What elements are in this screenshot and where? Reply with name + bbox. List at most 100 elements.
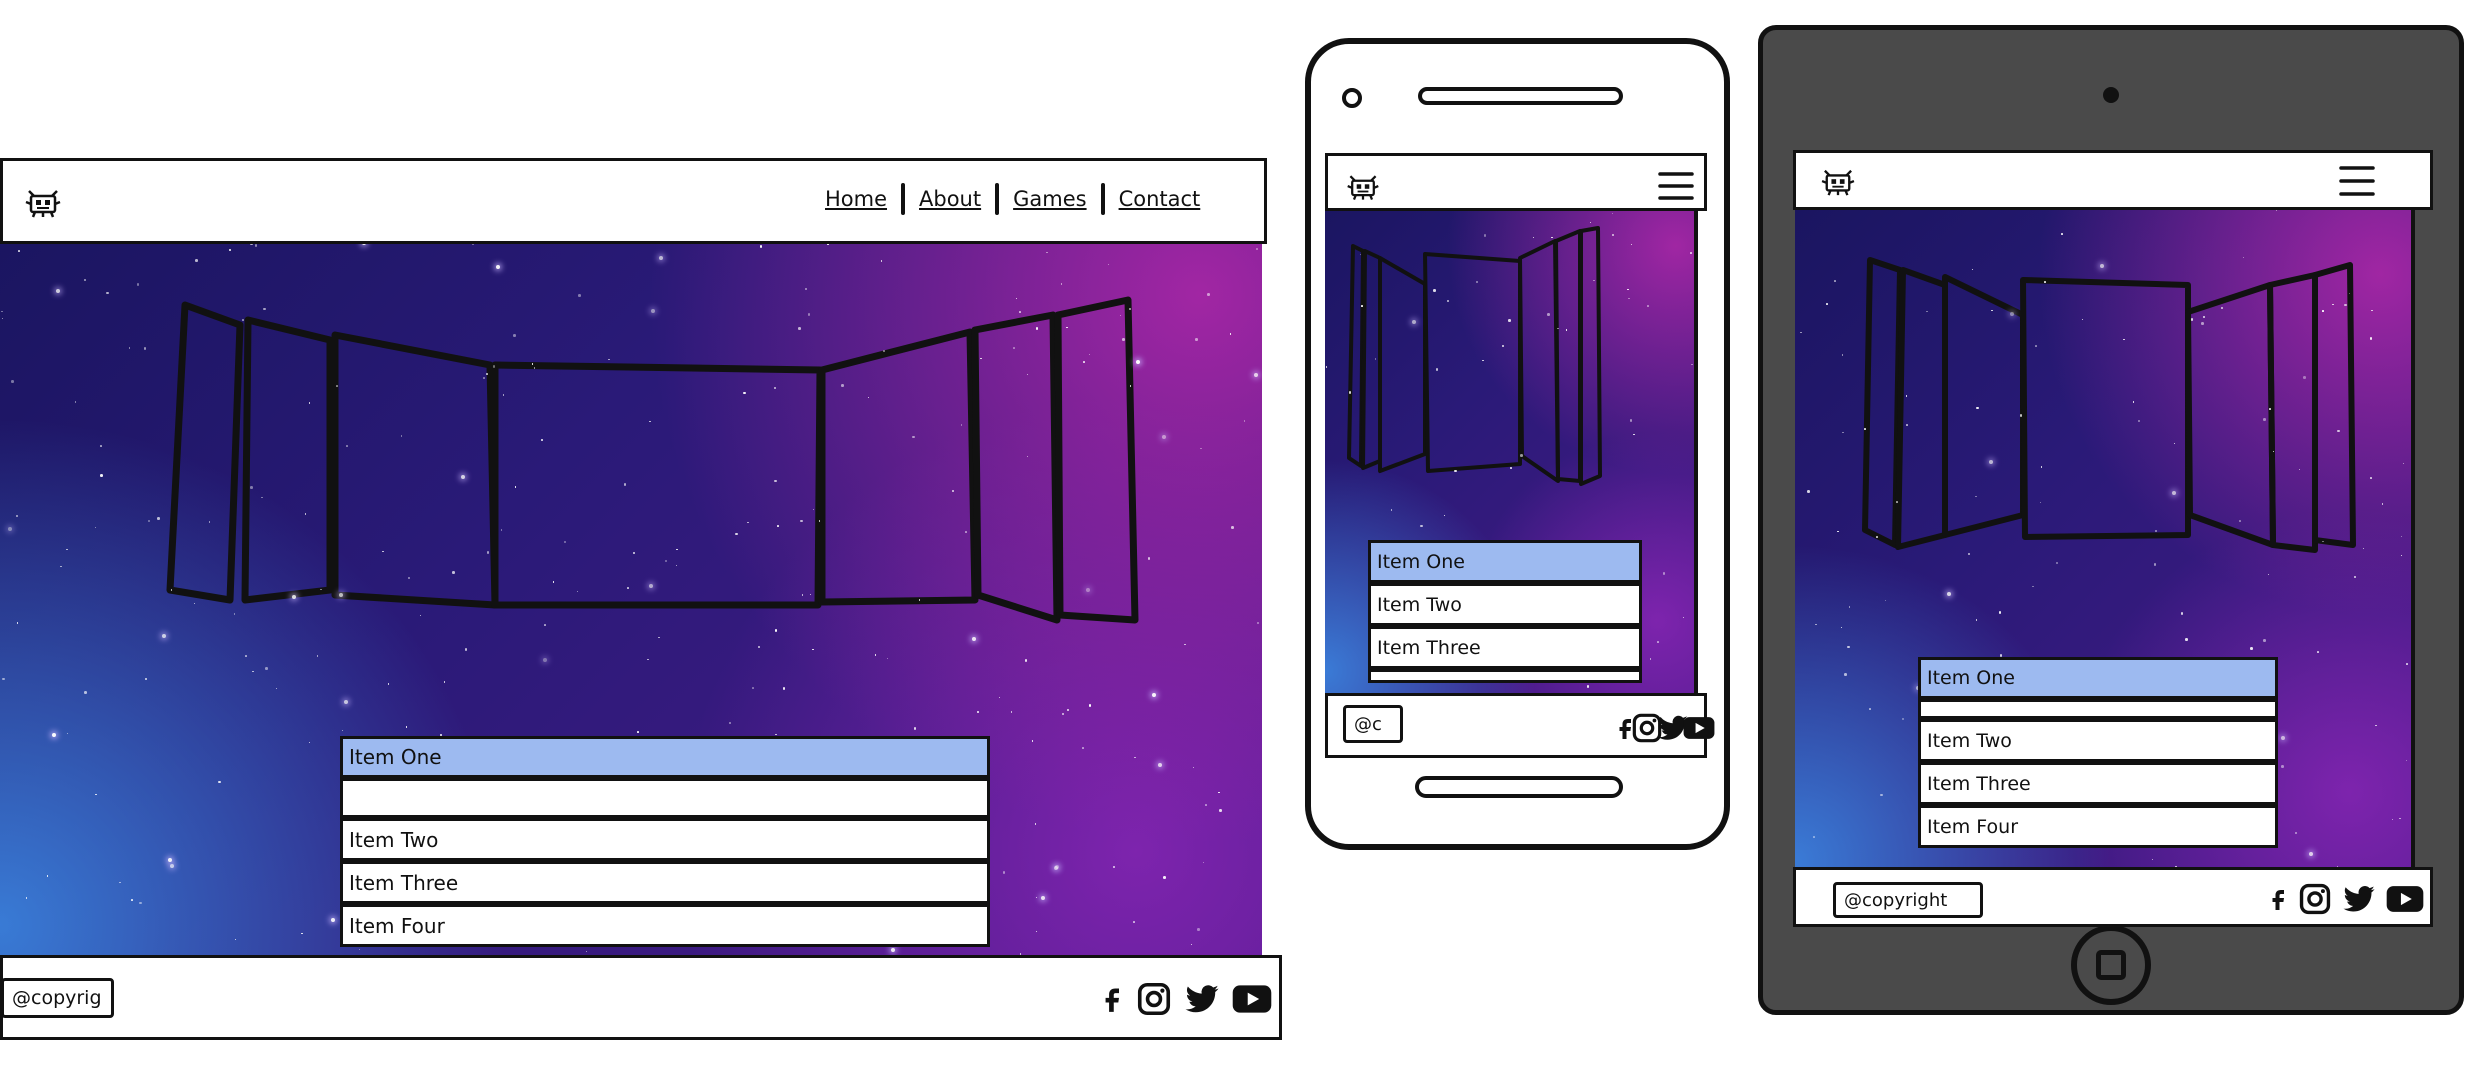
star-decoration (2061, 233, 2063, 235)
list-item[interactable] (340, 778, 990, 818)
star-decoration (1998, 611, 2002, 614)
logo-robot-icon[interactable] (23, 187, 63, 219)
list-item[interactable]: Item One (340, 736, 990, 778)
list-item[interactable] (1918, 699, 2278, 719)
star-decoration (106, 291, 109, 295)
nav-link-contact[interactable]: Contact (1119, 187, 1201, 211)
star-decoration (2402, 462, 2404, 464)
star-decoration (1253, 372, 1258, 377)
star-decoration (676, 548, 678, 551)
star-decoration (254, 244, 258, 247)
carousel-slide (1554, 229, 1582, 483)
star-decoration (743, 391, 746, 395)
star-decoration (1848, 606, 1851, 608)
tablet-home-button[interactable] (2071, 925, 2151, 1005)
star-decoration (1834, 280, 1836, 282)
star-decoration (1019, 311, 1021, 313)
star-decoration (1647, 305, 1649, 307)
star-decoration (242, 319, 244, 321)
list-item[interactable] (1368, 669, 1642, 683)
list-item[interactable]: Item Three (1368, 626, 1642, 669)
star-decoration (308, 402, 311, 404)
hamburger-menu-icon[interactable] (1658, 170, 1694, 202)
nav-link-about[interactable]: About (919, 187, 981, 211)
list-item[interactable]: Item Two (1918, 719, 2278, 762)
star-decoration (818, 520, 820, 522)
star-decoration (1219, 809, 1222, 812)
logo-robot-icon[interactable] (1819, 167, 1857, 197)
star-decoration (1662, 572, 1665, 575)
star-decoration (1813, 836, 1815, 838)
youtube-icon[interactable] (1232, 984, 1272, 1014)
star-decoration (1880, 793, 1883, 797)
list-item[interactable]: Item Three (340, 861, 990, 904)
list-item[interactable]: Item Four (1918, 805, 2278, 848)
list-item[interactable]: Item One (1918, 657, 2278, 699)
list-item[interactable]: Item Three (1918, 762, 2278, 805)
star-decoration (2099, 263, 2104, 268)
hamburger-menu-icon[interactable] (2338, 164, 2376, 198)
star-decoration (1112, 865, 1115, 869)
nav-link-games[interactable]: Games (1013, 187, 1086, 211)
carousel-slide (1579, 226, 1602, 486)
star-decoration (2185, 638, 2188, 641)
twitter-icon[interactable] (2340, 882, 2378, 916)
tablet-camera (2103, 87, 2119, 103)
list-item[interactable]: Item Two (1368, 583, 1642, 626)
list-item[interactable]: Item One (1368, 540, 1642, 583)
star-decoration (2309, 851, 2314, 856)
star-decoration (2250, 647, 2253, 650)
nav-link-home[interactable]: Home (825, 187, 887, 211)
star-decoration (649, 420, 651, 423)
phone-home-button[interactable] (1415, 776, 1623, 798)
nav-separator (901, 183, 906, 215)
star-decoration (2322, 310, 2324, 312)
facebook-icon[interactable] (1098, 980, 1126, 1018)
star-decoration (2344, 303, 2347, 306)
star-decoration (775, 733, 777, 735)
social-icons (1613, 712, 1715, 744)
star-decoration (1975, 495, 1977, 498)
star-decoration (1869, 708, 1871, 710)
star-decoration (578, 294, 581, 297)
star-decoration (1826, 303, 1828, 305)
list-item[interactable]: Item Two (340, 818, 990, 861)
star-decoration (143, 347, 147, 350)
instagram-icon[interactable] (1136, 981, 1172, 1017)
carousel-slide (241, 316, 334, 604)
star-decoration (483, 377, 485, 379)
star-decoration (777, 525, 779, 527)
phone-footer: @c (1325, 693, 1707, 758)
phone-navbar (1325, 153, 1707, 211)
star-decoration (1420, 524, 1423, 527)
desktop-navbar: Home About Games Contact (0, 158, 1267, 244)
star-decoration (2239, 520, 2241, 522)
star-decoration (1510, 467, 1512, 469)
star-decoration (275, 687, 277, 689)
nav-separator (995, 183, 1000, 215)
list-item[interactable]: Item Four (340, 904, 990, 947)
phone-speaker (1418, 87, 1623, 105)
logo-robot-icon[interactable] (1345, 172, 1381, 202)
star-decoration (265, 667, 268, 670)
star-decoration (2399, 817, 2401, 820)
youtube-icon[interactable] (1683, 716, 1715, 740)
youtube-icon[interactable] (2386, 885, 2424, 913)
instagram-icon[interactable] (2298, 882, 2332, 916)
facebook-icon[interactable] (2266, 881, 2290, 917)
star-decoration (637, 731, 639, 733)
star-decoration (658, 636, 660, 639)
carousel-slide (1361, 249, 1382, 470)
star-decoration (812, 648, 814, 650)
star-decoration (7, 526, 12, 531)
star-decoration (338, 593, 343, 597)
star-decoration (2171, 490, 2176, 495)
star-decoration (1229, 333, 1232, 335)
desktop-mockup: Home About Games Contact Item One Item T… (0, 150, 1285, 1050)
twitter-icon[interactable] (1182, 981, 1222, 1017)
star-decoration (84, 691, 87, 694)
star-decoration (735, 532, 738, 536)
star-decoration (1547, 313, 1550, 316)
social-icons (2266, 881, 2424, 917)
star-decoration (1988, 460, 1993, 465)
